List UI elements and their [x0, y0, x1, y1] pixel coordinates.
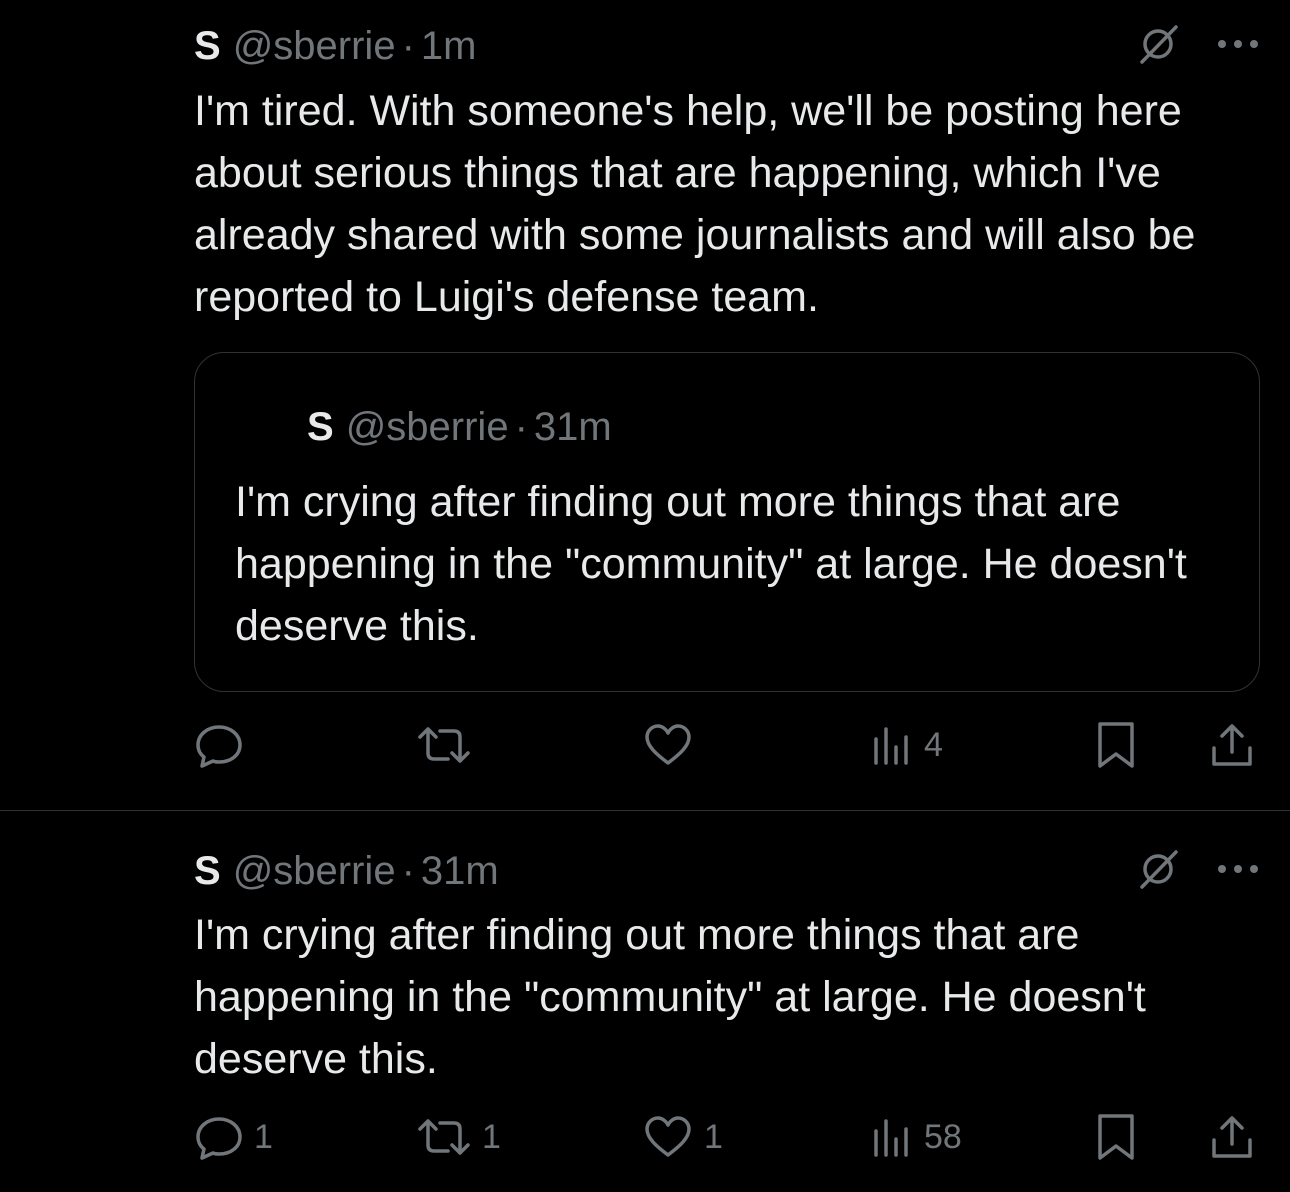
quoted-post-header: S @sberrie · 31m [307, 401, 612, 453]
post[interactable]: S @sberrie · 1m I'm tired. With someone'… [0, 0, 1290, 810]
quoted-user-handle: @sberrie [345, 405, 509, 449]
quoted-post-time: 31m [533, 405, 612, 449]
quoted-display-name: S [307, 405, 334, 449]
post[interactable]: S @sberrie · 31m I'm crying after findin… [0, 811, 1290, 1192]
reply-icon [196, 725, 242, 768]
repost-count: 1 [482, 1117, 501, 1156]
separator-dot: · [514, 405, 528, 449]
bookmark-icon [1098, 722, 1134, 768]
quoted-post-card[interactable]: S @sberrie · 31m I'm crying after findin… [194, 352, 1260, 692]
repost-icon [418, 727, 470, 763]
post-header: S @sberrie · 31m [194, 845, 499, 897]
bookmark-button[interactable] [1094, 720, 1138, 770]
more-icon[interactable] [1214, 34, 1262, 54]
separator-dot: · [401, 24, 415, 68]
like-count: 1 [704, 1117, 723, 1156]
views-button[interactable]: 4 [870, 720, 943, 770]
post-text: I'm crying after finding out more things… [194, 911, 1146, 1083]
views-count: 4 [924, 725, 943, 764]
repost-icon [418, 1119, 470, 1155]
share-button[interactable] [1208, 1112, 1256, 1162]
reply-button[interactable] [194, 720, 254, 770]
views-button[interactable]: 58 [870, 1112, 962, 1162]
grok-icon[interactable] [1136, 847, 1180, 891]
post-time[interactable]: 1m [421, 20, 477, 72]
reply-count: 1 [254, 1117, 273, 1156]
repost-button[interactable] [416, 720, 482, 770]
share-button[interactable] [1208, 720, 1256, 770]
post-time[interactable]: 31m [421, 845, 499, 897]
repost-button[interactable]: 1 [416, 1112, 501, 1162]
like-button[interactable]: 1 [642, 1112, 723, 1162]
display-name[interactable]: S [194, 20, 221, 72]
separator-dot: · [401, 849, 415, 893]
post-text: I'm tired. With someone's help, we'll be… [194, 87, 1196, 321]
quoted-post-text: I'm crying after finding out more things… [235, 478, 1187, 650]
share-icon [1212, 1116, 1252, 1158]
user-handle[interactable]: @sberrie [233, 20, 396, 72]
views-count: 58 [924, 1117, 962, 1156]
post-header: S @sberrie · 1m [194, 20, 476, 72]
like-icon [645, 1116, 691, 1157]
bookmark-icon [1098, 1114, 1134, 1160]
share-icon [1212, 724, 1252, 766]
like-button[interactable] [642, 720, 704, 770]
user-handle[interactable]: @sberrie [233, 845, 396, 897]
bookmark-button[interactable] [1094, 1112, 1138, 1162]
display-name[interactable]: S [194, 845, 221, 897]
more-icon[interactable] [1214, 859, 1262, 879]
reply-icon [196, 1117, 242, 1160]
views-icon [874, 1119, 908, 1157]
views-icon [874, 727, 908, 765]
like-icon [645, 724, 691, 765]
grok-icon[interactable] [1136, 22, 1180, 66]
reply-button[interactable]: 1 [194, 1112, 273, 1162]
